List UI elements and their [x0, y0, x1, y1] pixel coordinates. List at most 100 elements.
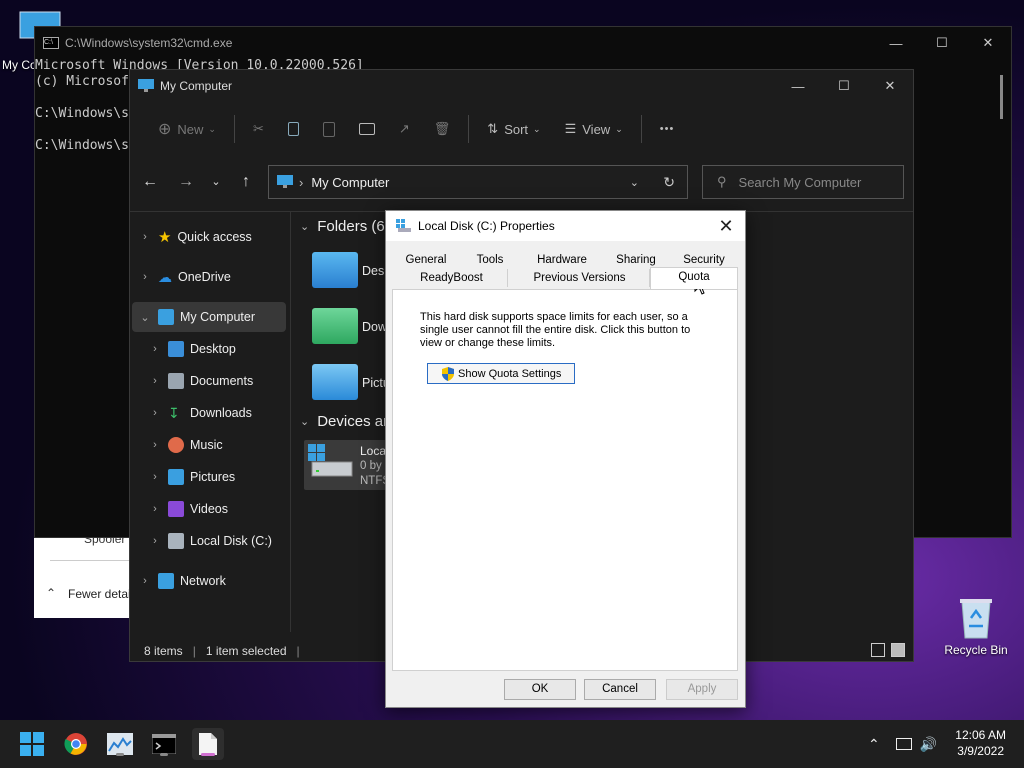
- chrome-button[interactable]: [60, 728, 92, 760]
- tab-general[interactable]: General: [398, 251, 454, 269]
- ok-button[interactable]: OK: [504, 679, 576, 700]
- explorer-taskbar-button[interactable]: [192, 728, 224, 760]
- chevron-right-icon[interactable]: ›: [148, 375, 162, 387]
- maximize-button[interactable]: ☐: [919, 27, 965, 59]
- chevron-right-icon[interactable]: ›: [148, 407, 162, 419]
- show-quota-settings-button[interactable]: Show Quota Settings: [427, 363, 575, 384]
- up-button[interactable]: ↑: [234, 170, 258, 194]
- sort-icon: ⇅: [487, 121, 499, 136]
- tab-readyboost[interactable]: ReadyBoost: [396, 269, 508, 287]
- nav-item-my-computer[interactable]: ⌄ My Computer: [132, 302, 286, 332]
- folders-group-header[interactable]: ⌄ Folders (6): [300, 218, 390, 235]
- chevron-right-icon[interactable]: ›: [148, 471, 162, 483]
- chevron-down-icon: ⌄: [208, 123, 216, 134]
- cmd-taskbar-button[interactable]: [148, 728, 180, 760]
- chevron-right-icon[interactable]: ›: [138, 231, 152, 243]
- nav-item-desktop[interactable]: › Desktop: [144, 334, 286, 364]
- nav-item-quick-access[interactable]: › ★ Quick access: [132, 222, 286, 252]
- share-button[interactable]: ↗: [387, 113, 422, 145]
- details-view-icon[interactable]: [871, 643, 885, 657]
- paste-button[interactable]: [311, 113, 347, 145]
- search-input[interactable]: Search My Computer: [739, 175, 862, 190]
- chevron-down-icon[interactable]: ⌄: [138, 311, 152, 324]
- volume-icon[interactable]: 🔊: [920, 736, 937, 753]
- tab-hardware[interactable]: Hardware: [530, 251, 594, 269]
- chevron-right-icon[interactable]: ›: [138, 271, 152, 283]
- chevron-up-icon[interactable]: ⌃: [46, 586, 56, 600]
- nav-item-downloads[interactable]: › ↧ Downloads: [144, 398, 286, 428]
- nav-item-onedrive[interactable]: › ☁ OneDrive: [132, 262, 286, 292]
- dialog-title: Local Disk (C:) Properties: [418, 219, 555, 233]
- chevron-right-icon[interactable]: ›: [148, 535, 162, 547]
- nav-item-local-disk[interactable]: › Local Disk (C:): [144, 526, 286, 556]
- chevron-right-icon[interactable]: ›: [148, 343, 162, 355]
- forward-button[interactable]: →: [174, 170, 198, 194]
- tab-tools[interactable]: Tools: [468, 251, 512, 269]
- resource-monitor-button[interactable]: [104, 728, 136, 760]
- close-button[interactable]: ✕: [965, 27, 1011, 59]
- monitor-icon: [277, 175, 293, 188]
- tab-quota[interactable]: Quota: [650, 267, 738, 289]
- new-button[interactable]: ⊕ New ⌄: [146, 113, 228, 145]
- desktop-folder-icon[interactable]: [312, 252, 358, 288]
- sort-button[interactable]: ⇅ Sort ⌄: [475, 113, 552, 145]
- chevron-up-icon[interactable]: ⌃: [868, 736, 880, 753]
- nav-item-videos[interactable]: › Videos: [144, 494, 286, 524]
- view-button[interactable]: ☰ View ⌄: [553, 113, 635, 145]
- delete-button[interactable]: 🗑: [422, 113, 463, 145]
- apply-button[interactable]: Apply: [666, 679, 738, 700]
- close-button[interactable]: ✕: [713, 214, 739, 238]
- cmd-scrollbar[interactable]: [1000, 75, 1003, 119]
- downloads-folder-icon[interactable]: [312, 308, 358, 344]
- cut-button[interactable]: ✂: [241, 113, 276, 145]
- music-icon: [168, 437, 184, 453]
- recycle-bin-label: Recycle Bin: [944, 643, 1008, 657]
- clock[interactable]: 12:06 AM 3/9/2022: [955, 727, 1006, 759]
- task-manager-window: Spooler ⌃ Fewer detai: [34, 530, 134, 618]
- nav-item-pictures[interactable]: › Pictures: [144, 462, 286, 492]
- chevron-right-icon[interactable]: ›: [148, 439, 162, 451]
- fewer-details-link[interactable]: Fewer detai: [68, 587, 131, 601]
- chevron-right-icon[interactable]: ›: [138, 575, 152, 587]
- scissors-icon: ✂: [252, 121, 264, 136]
- command-bar: ⊕ New ⌄ ✂ ↗ 🗑 ⇅ Sort ⌄ ☰ View ⌄ •••: [130, 106, 913, 152]
- nav-item-network[interactable]: › Network: [132, 566, 286, 596]
- drive-tile[interactable]: Loca 0 by NTFS: [304, 440, 394, 490]
- refresh-icon[interactable]: ↻: [663, 174, 675, 191]
- share-icon: ↗: [398, 121, 410, 136]
- dialog-titlebar[interactable]: Local Disk (C:) Properties: [386, 211, 745, 241]
- close-button[interactable]: ✕: [867, 70, 913, 102]
- more-options-button[interactable]: •••: [648, 113, 687, 145]
- start-button[interactable]: [16, 728, 48, 760]
- shield-icon: [442, 366, 454, 381]
- address-bar[interactable]: › My Computer ⌄ ↻: [268, 165, 688, 199]
- nav-item-music[interactable]: › Music: [144, 430, 286, 460]
- recent-locations-button[interactable]: ⌄: [204, 170, 228, 194]
- desktop-icon-label: My Co: [2, 58, 37, 72]
- address-dropdown-icon[interactable]: ⌄: [630, 176, 639, 189]
- network-icon[interactable]: [895, 738, 912, 750]
- pictures-folder-icon[interactable]: [312, 364, 358, 400]
- breadcrumb-chevron-icon: ›: [299, 174, 304, 190]
- monitor-icon: [158, 309, 174, 325]
- chevron-right-icon[interactable]: ›: [148, 503, 162, 515]
- cancel-button[interactable]: Cancel: [584, 679, 656, 700]
- cmd-titlebar[interactable]: C:\ C:\Windows\system32\cmd.exe: [35, 27, 1011, 59]
- folder-label[interactable]: Dow: [362, 320, 387, 334]
- minimize-button[interactable]: —: [873, 27, 919, 59]
- minimize-button[interactable]: —: [775, 70, 821, 102]
- tab-previous-versions[interactable]: Previous Versions: [510, 269, 650, 287]
- nav-item-documents[interactable]: › Documents: [144, 366, 286, 396]
- copy-button[interactable]: [276, 113, 311, 145]
- rename-button[interactable]: [347, 113, 387, 145]
- search-box[interactable]: ⚲ Search My Computer: [702, 165, 904, 199]
- properties-dialog[interactable]: Local Disk (C:) Properties ✕ General Too…: [385, 210, 746, 708]
- taskbar: ⌃ 🔊 12:06 AM 3/9/2022: [0, 720, 1024, 768]
- desktop-icon-recycle-bin[interactable]: Recycle Bin: [938, 596, 1014, 657]
- maximize-button[interactable]: ☐: [821, 70, 867, 102]
- tiles-view-icon[interactable]: [891, 643, 905, 657]
- back-button[interactable]: ←: [138, 170, 162, 194]
- clipboard-icon: [322, 121, 335, 137]
- drive-icon: [168, 533, 184, 549]
- breadcrumb[interactable]: My Computer: [311, 175, 389, 190]
